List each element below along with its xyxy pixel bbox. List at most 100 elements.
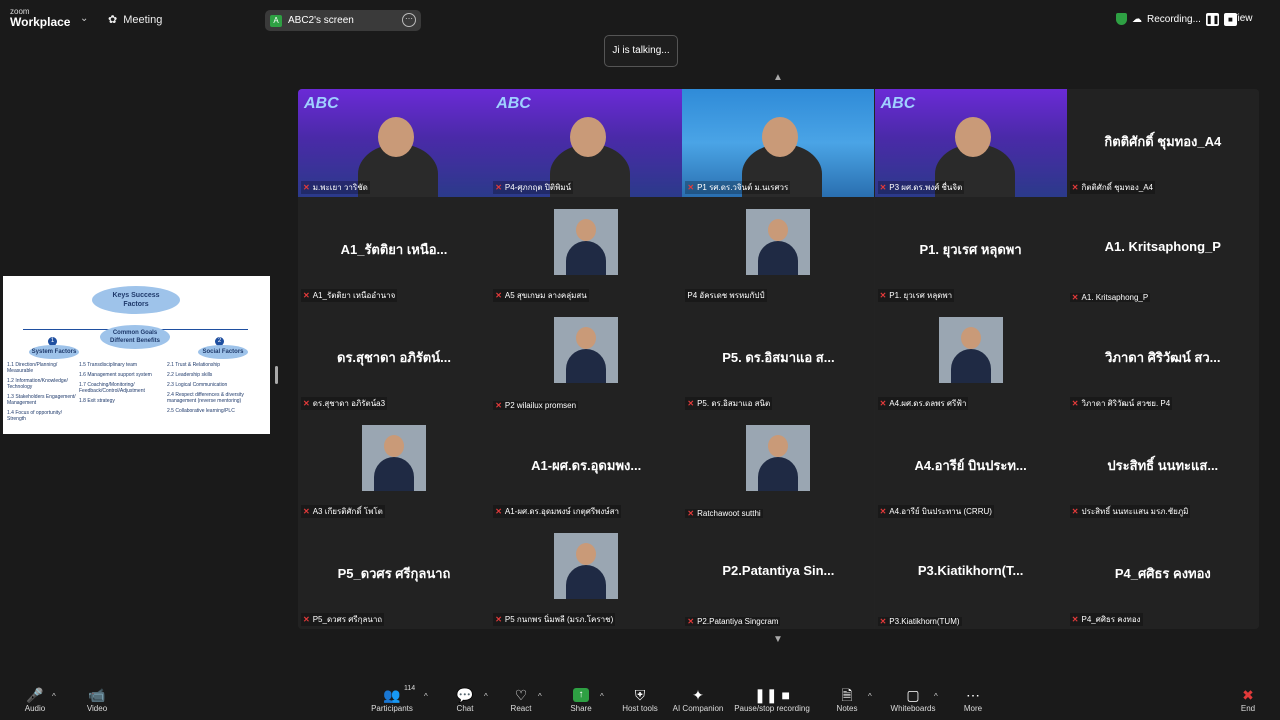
- participant-tile[interactable]: A1. Kritsaphong_P ✕ A1. Kritsaphong_P: [1066, 197, 1259, 305]
- pause-stop-recording-button[interactable]: ❚❚ ■ Pause/stop recording: [732, 686, 812, 713]
- chat-caret[interactable]: ^: [484, 692, 488, 701]
- participant-tile[interactable]: P4_ศศิธร คงทอง ✕ P4_ศศิธร คงทอง: [1066, 521, 1259, 629]
- share-caret[interactable]: ^: [600, 692, 604, 701]
- participant-tile[interactable]: A4.อารีย์ บินประท... ✕ A4.อารีย์ บินประทาน…: [874, 413, 1067, 521]
- participant-label: ✕ Ratchawoot sutthi: [685, 509, 763, 518]
- participant-tile[interactable]: P5_ดวศร ศรีกุลนาถ ✕ P5_ดวศร ศรีกุลนาถ: [298, 521, 490, 629]
- video-off-icon: 📹: [88, 687, 106, 703]
- participant-label: ✕ A1-ผศ.ดร.อุดมพงษ์ เกตุศรีพงษ์สา: [493, 505, 621, 518]
- participant-tile[interactable]: P4 อัครเดช พรหมกัปป์: [682, 197, 875, 305]
- mic-muted-icon: ✕: [303, 291, 310, 300]
- react-button[interactable]: ♡ React: [508, 686, 534, 713]
- view-button[interactable]: View: [1231, 13, 1253, 24]
- participant-tile[interactable]: ดร.สุชาดา อภิรัตน์... ✕ ดร.สุชาดา อภิรัตน์…: [298, 305, 490, 413]
- mic-muted-icon: ✕: [495, 183, 502, 192]
- mic-muted-icon: ✕: [879, 507, 887, 516]
- participant-tile[interactable]: ประสิทธิ์ นนทะแส... ✕ ประสิทธิ์ นนทะแสน มร…: [1066, 413, 1259, 521]
- screen-share-pill[interactable]: A ABC2's screen ⋯: [265, 10, 421, 31]
- slide-col1: 1.1 Direction/Planning/ Measurable 1.2 In…: [7, 362, 76, 422]
- participant-name: A5 สุขเกษม ลางคลุ่มสน: [504, 291, 587, 300]
- participant-name-display: A4.อารีย์ บินประท...: [914, 458, 1027, 473]
- participant-label: ✕ A1. Kritsaphong_P: [1069, 293, 1151, 302]
- ai-companion-button[interactable]: ✦ AI Companion: [670, 686, 726, 713]
- participant-name: Ratchawoot sutthi: [697, 509, 761, 518]
- participant-tile[interactable]: ✕ Ratchawoot sutthi: [682, 413, 875, 521]
- participant-tile[interactable]: ABC ✕ P4-ศุภกฤต ปิติพิมน์: [490, 89, 683, 197]
- participant-tile[interactable]: P5. ดร.อิสมาแอ ส... ✕ P5. ดร.อิสมาแอ สนิต: [682, 305, 875, 413]
- participant-name-display: P3.Kiatikhorn(T...: [917, 563, 1024, 578]
- participant-name-display: ประสิทธิ์ นนทะแส...: [1107, 458, 1219, 473]
- avatar-body: [566, 349, 607, 383]
- participant-tile[interactable]: A1_รัตติยา เหนือ... ✕ A1_รัตติยา เหนืออำนา…: [298, 197, 490, 305]
- notes-caret[interactable]: ^: [868, 692, 872, 701]
- participant-tile[interactable]: ABC ✕ ม.พะเยา วาริชัด: [298, 89, 490, 197]
- mic-muted-icon: ✕: [303, 615, 310, 624]
- audio-options-caret[interactable]: ^: [52, 692, 56, 701]
- shield-icon: ⛨: [634, 687, 646, 703]
- whiteboards-button[interactable]: ▢ Whiteboards: [888, 686, 938, 713]
- mic-muted-icon: ✕: [1071, 183, 1079, 192]
- participant-name: A4.อารีย์ บินประทาน (CRRU): [889, 507, 992, 516]
- participant-tile[interactable]: P1. ยุวเรศ หลุดพา ✕ P1. ยุวเรศ หลุดพา: [874, 197, 1067, 305]
- video-button[interactable]: 📹 Video: [84, 686, 110, 713]
- participant-tile[interactable]: ✕ A3 เกียรติศักดิ์ โพโต: [298, 413, 490, 521]
- paw-icon: ✿: [108, 14, 118, 26]
- participant-name: P1 รศ.ดร.วจินต์ ม.นเรศวร: [697, 183, 789, 192]
- participant-tile[interactable]: วิภาดา ศิริวัฒน์ สว... ✕ วิภาดา ศิริวัฒน์ …: [1066, 305, 1259, 413]
- react-caret[interactable]: ^: [538, 692, 542, 701]
- shared-screen[interactable]: Keys Success Factors Common Goals Differen…: [3, 276, 278, 434]
- participant-face: [954, 117, 991, 157]
- participant-label: ✕ A3 เกียรติศักดิ์ โพโต: [301, 505, 385, 518]
- participant-tile[interactable]: ✕ P5 กนกพร นิ่มพลี (มรภ.โคราช): [490, 521, 683, 629]
- host-tools-button[interactable]: ⛨ Host tools: [620, 686, 660, 713]
- resize-handle[interactable]: [275, 366, 278, 384]
- end-button[interactable]: ✖ End: [1236, 686, 1260, 713]
- mic-muted-icon: ✕: [303, 183, 310, 192]
- slide-col2: 1.5 Transdisciplinary team 1.6 Management…: [79, 362, 152, 404]
- pause-recording-icon[interactable]: ❚❚: [1205, 12, 1219, 26]
- participant-tile[interactable]: A1-ผศ.ดร.อุดมพง... ✕ A1-ผศ.ดร.อุดมพงษ์ เกต…: [490, 413, 683, 521]
- mic-muted-icon: ✕: [687, 617, 695, 626]
- participant-tile[interactable]: ✕ A5 สุขเกษม ลางคลุ่มสน: [490, 197, 683, 305]
- more-icon: ⋯: [966, 687, 980, 703]
- participant-label: ✕ P4-ศุภกฤต ปิติพิมน์: [493, 181, 574, 194]
- participant-tile[interactable]: กิตติศักดิ์ ชุมทอง_A4 ✕ กิตติศักดิ์ ชุมทอง…: [1066, 89, 1259, 197]
- share-title: ABC2's screen: [288, 15, 354, 26]
- chat-button[interactable]: 💬 Chat: [452, 686, 478, 713]
- more-options-icon[interactable]: ⋯: [402, 13, 416, 27]
- avatar: [938, 317, 1003, 383]
- audio-button[interactable]: 🎤 Audio: [22, 686, 48, 713]
- scroll-up-icon[interactable]: ▲: [773, 72, 783, 83]
- notes-button[interactable]: 🗎 Notes: [834, 686, 860, 713]
- participant-tile[interactable]: ABC ✕ P3 ผศ.ดร.พงศ์ ชื่นจิต: [874, 89, 1067, 197]
- participant-name-display: กิตติศักดิ์ ชุมทอง_A4: [1104, 134, 1222, 149]
- avatar-face: [768, 219, 789, 241]
- whiteboards-caret[interactable]: ^: [934, 692, 938, 701]
- sparkle-icon: ✦: [692, 687, 704, 703]
- scroll-down-icon[interactable]: ▼: [773, 634, 783, 645]
- participant-label: ✕ P3.Kiatikhorn(TUM): [877, 617, 962, 626]
- participant-name-display: วิภาดา ศิริวัฒน์ สว...: [1105, 350, 1221, 365]
- participant-label: ✕ P2 wilailux promsen: [493, 401, 579, 410]
- participant-name-display: P4_ศศิธร คงทอง: [1114, 566, 1211, 581]
- share-badge: A: [270, 14, 282, 27]
- whiteboard-icon: ▢: [906, 687, 920, 703]
- slide-left-title: System Factors: [29, 345, 79, 359]
- participant-tile[interactable]: ✕ A4.ผศ.ดร.ดลพร ศรีฟ้า: [874, 305, 1067, 413]
- mic-muted-icon: ✕: [495, 507, 502, 516]
- more-button[interactable]: ⋯ More: [960, 686, 986, 713]
- participants-caret[interactable]: ^: [424, 692, 428, 701]
- slide-center: Common Goals Different Benefits: [100, 325, 170, 349]
- top-bar: zoom Workplace ⌄ ✿ Meeting A ABC2's scre…: [0, 0, 1280, 40]
- participant-tile[interactable]: P3.Kiatikhorn(T... ✕ P3.Kiatikhorn(TUM): [874, 521, 1067, 629]
- participant-tile[interactable]: ✕ P2 wilailux promsen: [490, 305, 683, 413]
- participant-name: กิตติศักดิ์ ชุมทอง_A4: [1081, 183, 1154, 192]
- avatar: [746, 209, 811, 275]
- participant-tile[interactable]: ✕ P1 รศ.ดร.วจินต์ ม.นเรศวร: [682, 89, 875, 197]
- meeting-menu[interactable]: ✿ Meeting: [108, 13, 162, 27]
- share-button[interactable]: ↑ Share: [568, 686, 594, 713]
- participant-tile[interactable]: P2.Patantiya Sin... ✕ P2.Patantiya Singcra…: [682, 521, 875, 629]
- chevron-down-icon[interactable]: ⌄: [80, 13, 88, 24]
- mic-muted-icon: ✕: [687, 183, 695, 192]
- mic-muted-icon: ✕: [879, 291, 887, 300]
